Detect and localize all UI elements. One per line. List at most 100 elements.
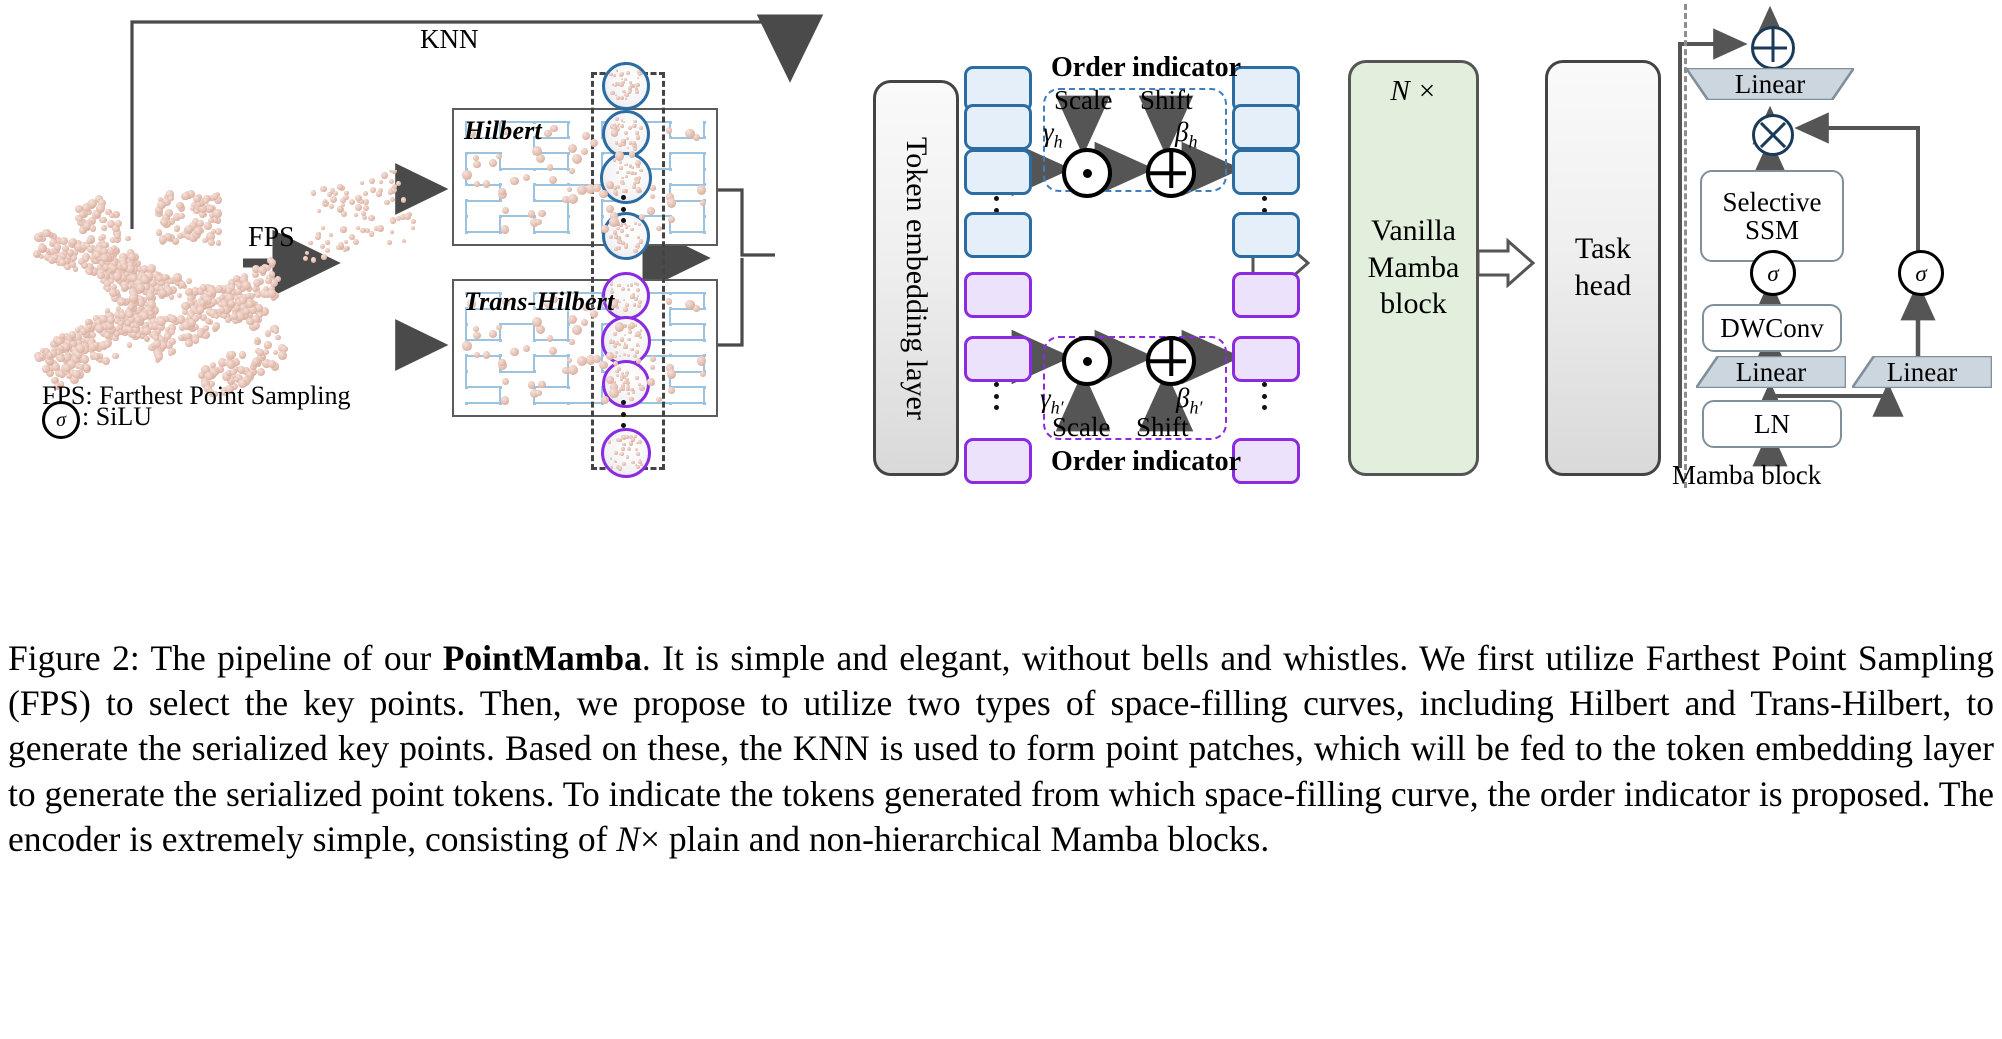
key-point bbox=[510, 347, 519, 356]
point bbox=[203, 197, 210, 204]
patch-point bbox=[636, 283, 640, 287]
selective-ssm-line2: SSM bbox=[1744, 215, 1800, 245]
dot bbox=[620, 411, 626, 417]
point bbox=[246, 371, 254, 379]
curve-node bbox=[566, 214, 570, 218]
mamba-dwconv[interactable]: DWConv bbox=[1702, 304, 1842, 352]
patch-point bbox=[634, 221, 638, 226]
point bbox=[46, 351, 53, 358]
key-point bbox=[609, 388, 619, 398]
mamba-linear-left[interactable]: Linear bbox=[1693, 354, 1848, 390]
point bbox=[178, 212, 185, 220]
curve-node bbox=[702, 120, 706, 124]
point bbox=[191, 315, 199, 323]
key-point bbox=[482, 180, 491, 188]
gamma-glyph: γ bbox=[1043, 117, 1054, 147]
mamba-linear-out[interactable]: Linear bbox=[1683, 66, 1857, 102]
point bbox=[68, 331, 77, 339]
point bbox=[239, 351, 247, 359]
curve-node bbox=[498, 385, 502, 389]
point bbox=[101, 356, 111, 366]
patch-point bbox=[620, 337, 625, 342]
curve-node bbox=[464, 230, 468, 234]
patch-point bbox=[618, 240, 622, 244]
patch-point bbox=[618, 300, 621, 303]
point bbox=[369, 177, 376, 184]
curve-segment bbox=[670, 152, 704, 155]
dot bbox=[993, 196, 999, 201]
point bbox=[115, 233, 121, 239]
token-embedding-layer[interactable]: Token embedding layer bbox=[873, 80, 959, 476]
patch-point bbox=[634, 375, 640, 381]
patch-point bbox=[611, 279, 614, 282]
key-point bbox=[665, 298, 673, 306]
ln-label: LN bbox=[1754, 408, 1790, 439]
key-point bbox=[532, 145, 543, 156]
curve-node bbox=[668, 151, 672, 155]
point bbox=[208, 217, 214, 224]
patch-point bbox=[637, 344, 641, 347]
key-point bbox=[501, 206, 509, 214]
dot bbox=[620, 400, 626, 405]
mamba-layernorm[interactable]: LN bbox=[1702, 400, 1842, 448]
point bbox=[321, 254, 327, 260]
point bbox=[164, 332, 172, 340]
point bbox=[99, 216, 107, 224]
odot-dot bbox=[1082, 356, 1092, 366]
curve-node bbox=[702, 291, 706, 295]
curve-node bbox=[566, 183, 570, 187]
patch-point bbox=[615, 171, 619, 175]
mamba-linear-right[interactable]: Linear bbox=[1849, 354, 1994, 390]
point bbox=[92, 352, 100, 361]
point bbox=[362, 204, 369, 211]
curve-node bbox=[702, 338, 706, 342]
patch-point bbox=[631, 391, 635, 394]
mamba-selective-ssm[interactable]: Selective SSM bbox=[1700, 170, 1844, 262]
token-rect bbox=[1232, 104, 1300, 150]
patch-point bbox=[615, 350, 619, 355]
vanilla-mamba-encoder[interactable]: N × Vanilla Mamba block bbox=[1348, 60, 1479, 476]
point bbox=[275, 334, 281, 341]
point bbox=[324, 248, 330, 254]
patch-point bbox=[630, 227, 634, 231]
patch-point bbox=[625, 435, 629, 439]
patch-point bbox=[638, 73, 641, 76]
point-patch bbox=[600, 152, 652, 204]
point bbox=[386, 240, 392, 245]
patch-point bbox=[628, 329, 632, 334]
point bbox=[344, 246, 349, 251]
point bbox=[155, 352, 164, 362]
point bbox=[72, 369, 81, 378]
point bbox=[272, 327, 279, 334]
curve-node bbox=[498, 183, 502, 187]
point bbox=[102, 242, 108, 248]
point bbox=[127, 327, 134, 334]
curve-segment bbox=[670, 292, 704, 294]
point bbox=[362, 215, 368, 221]
patch-point bbox=[618, 284, 621, 287]
point bbox=[42, 365, 50, 373]
point bbox=[368, 214, 375, 221]
point bbox=[100, 253, 109, 262]
token-rect bbox=[964, 336, 1032, 382]
patch-point bbox=[625, 175, 628, 178]
key-point bbox=[700, 199, 707, 207]
key-point bbox=[472, 325, 480, 333]
patch-point bbox=[631, 165, 635, 169]
patch-point bbox=[628, 441, 634, 446]
curve-node bbox=[566, 136, 570, 140]
legend-sigma-text: : SiLU bbox=[82, 402, 153, 431]
patch-point bbox=[612, 230, 618, 235]
dot bbox=[1261, 382, 1267, 387]
point bbox=[90, 332, 97, 338]
token-rect bbox=[1232, 336, 1300, 382]
curve-node bbox=[668, 338, 672, 342]
token-rect bbox=[1232, 438, 1300, 484]
patch-point bbox=[618, 354, 621, 357]
patch-point bbox=[626, 446, 632, 451]
mamba-linear-right-label: Linear bbox=[1886, 356, 1958, 387]
patch-point bbox=[618, 143, 623, 148]
point bbox=[198, 372, 204, 378]
point bbox=[85, 237, 92, 244]
task-head-block[interactable]: Task head bbox=[1545, 60, 1661, 476]
